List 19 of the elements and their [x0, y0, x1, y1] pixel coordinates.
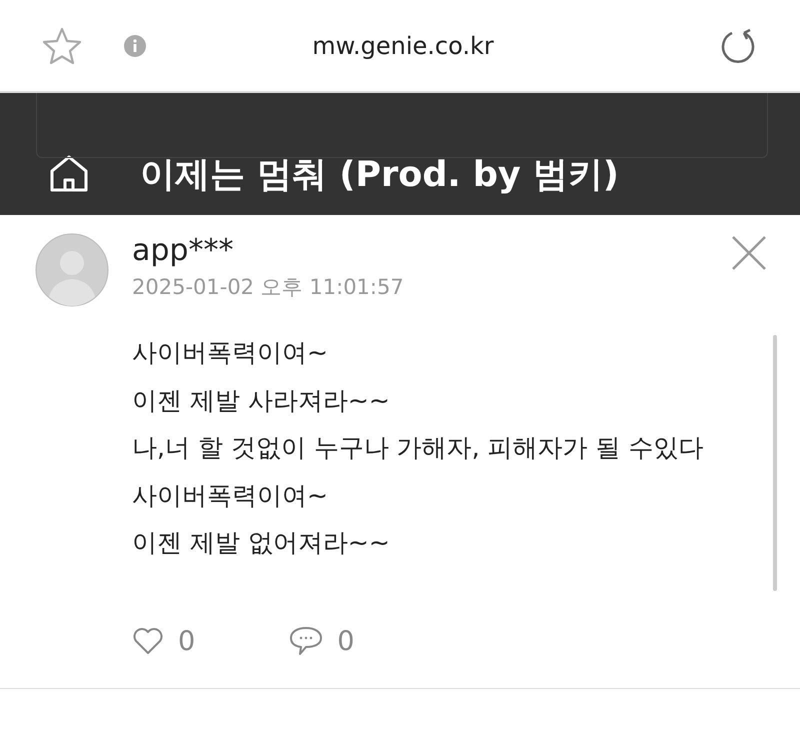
comment-date: 2025-01-02 오후 11:01:57 — [132, 274, 405, 301]
username: app*** — [132, 233, 234, 269]
url-text[interactable]: mw.genie.co.kr — [146, 32, 660, 60]
comment-line: 이젠 제발 사라져라~~ — [132, 384, 391, 416]
heart-icon[interactable] — [132, 627, 164, 655]
close-icon[interactable] — [731, 235, 767, 271]
info-icon[interactable] — [124, 34, 146, 56]
speech-bubble-icon[interactable] — [289, 626, 324, 656]
star-icon[interactable] — [42, 26, 82, 64]
song-title: 이제는 멈춰 (Prod. by 범키) — [140, 154, 619, 196]
comment-line: 사이버폭력이여~ — [132, 337, 329, 369]
reload-icon[interactable] — [720, 28, 756, 64]
reply-count: 0 — [337, 626, 354, 656]
like-count: 0 — [178, 626, 196, 656]
home-icon[interactable] — [48, 154, 90, 194]
comment-line: 사이버폭력이여~ — [132, 480, 329, 512]
comment-line: 이젠 제발 없어져라~~ — [132, 527, 391, 559]
comment-line: 나,너 할 것없이 누구나 가해자, 피해자가 될 수있다 — [132, 432, 705, 464]
avatar-icon — [35, 233, 109, 307]
